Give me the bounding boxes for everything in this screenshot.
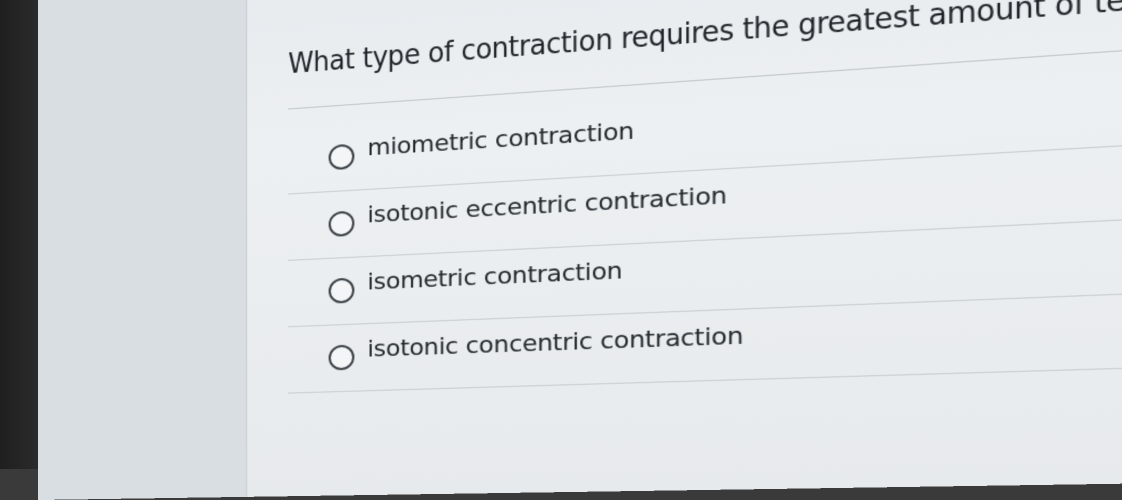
answer-option-label[interactable]: miometric contraction bbox=[367, 118, 634, 162]
radio-button[interactable] bbox=[328, 210, 355, 238]
answer-option-label[interactable]: isometric contraction bbox=[367, 258, 622, 296]
quiz-screen: What type of contraction requires the gr… bbox=[38, 0, 1122, 500]
question-card: What type of contraction requires the gr… bbox=[288, 0, 1122, 486]
radio-button[interactable] bbox=[328, 344, 355, 371]
left-panel bbox=[38, 0, 248, 500]
radio-button[interactable] bbox=[328, 143, 355, 171]
question-text: What type of contraction requires the gr… bbox=[288, 0, 1122, 81]
radio-button[interactable] bbox=[328, 277, 355, 304]
answer-option-label[interactable]: isotonic concentric contraction bbox=[367, 323, 743, 363]
answer-option-label[interactable]: isotonic eccentric contraction bbox=[367, 182, 727, 228]
